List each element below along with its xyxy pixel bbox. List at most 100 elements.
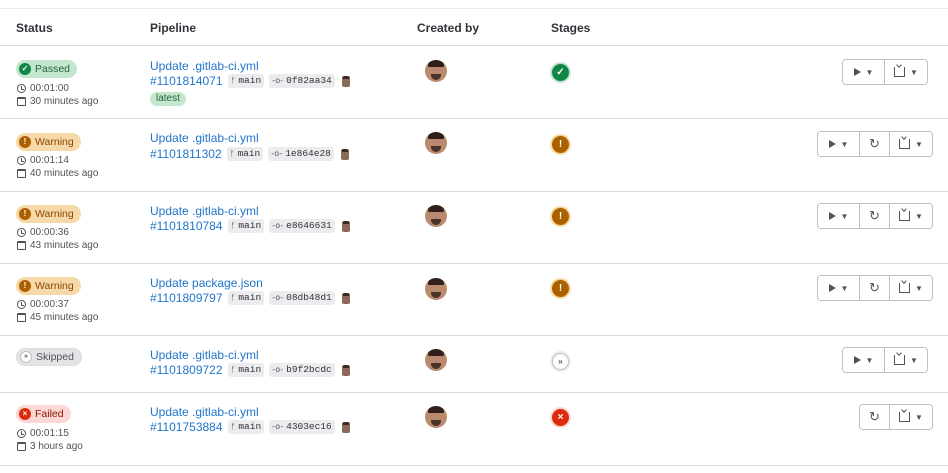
status-label: Warning (35, 280, 74, 292)
calendar-icon (17, 168, 26, 178)
run-manual-job-button[interactable]: ▼ (818, 132, 860, 156)
pipeline-id-link[interactable]: #1101809722 (150, 363, 223, 377)
branch-chip[interactable]: ᚠ main (227, 74, 265, 88)
stage-status-icon-passed[interactable]: ✓ (552, 64, 569, 81)
branch-icon: ᚠ (230, 293, 236, 302)
commit-author-avatar[interactable] (340, 148, 349, 160)
header-created-by: Created by (417, 21, 480, 35)
commit-title-link[interactable]: Update .gitlab-ci.yml (150, 59, 259, 73)
actions-group: ▼ ▼ (842, 347, 928, 373)
retry-button[interactable]: ↻ (860, 204, 890, 228)
branch-chip[interactable]: ᚠ main (227, 291, 265, 305)
commit-title-link[interactable]: Update .gitlab-ci.yml (150, 405, 259, 419)
commit-icon: -o- (271, 149, 283, 158)
user-avatar[interactable] (425, 132, 447, 154)
actions-group: ▼ ▼ (842, 59, 928, 85)
run-manual-job-button[interactable]: ▼ (843, 60, 885, 84)
download-icon (894, 67, 906, 77)
commit-icon: -o- (272, 365, 284, 374)
status-badge-warning[interactable]: ! Warning (16, 205, 81, 223)
download-artifacts-button[interactable]: ▼ (890, 276, 932, 300)
retry-button[interactable]: ↻ (860, 276, 890, 300)
pipeline-id-link[interactable]: #1101753884 (150, 420, 223, 434)
status-badge-skipped[interactable]: » Skipped (16, 348, 82, 366)
status-badge-warning[interactable]: ! Warning (16, 133, 81, 151)
status-label: Failed (35, 408, 64, 420)
branch-icon: ᚠ (230, 422, 236, 431)
commit-title-link[interactable]: Update .gitlab-ci.yml (150, 131, 259, 145)
stage-status-icon-warning[interactable]: ! (552, 208, 569, 225)
calendar-icon (17, 96, 26, 106)
download-artifacts-button[interactable]: ▼ (890, 405, 932, 429)
commit-author-avatar[interactable] (341, 292, 350, 304)
user-avatar[interactable] (425, 205, 447, 227)
user-avatar[interactable] (425, 60, 447, 82)
status-badge-warning[interactable]: ! Warning (16, 277, 81, 295)
clock-icon (17, 155, 26, 165)
retry-icon: ↻ (869, 409, 880, 424)
download-artifacts-button[interactable]: ▼ (890, 132, 932, 156)
latest-tag: latest (150, 92, 186, 106)
download-artifacts-button[interactable]: ▼ (890, 204, 932, 228)
table-header: Status Pipeline Created by Stages (0, 9, 948, 46)
download-artifacts-button[interactable]: ▼ (885, 348, 927, 372)
play-icon (853, 356, 861, 364)
retry-button[interactable]: ↻ (860, 132, 890, 156)
commit-author-avatar[interactable] (341, 75, 350, 87)
retry-button[interactable]: ↻ (860, 405, 890, 429)
user-avatar[interactable] (425, 349, 447, 371)
download-artifacts-button[interactable]: ▼ (885, 60, 927, 84)
branch-chip[interactable]: ᚠ main (227, 420, 265, 434)
table-row: » Skipped Update .gitlab-ci.yml #1101809… (0, 337, 948, 393)
commit-chip[interactable]: -o- 0f82aa34 (269, 74, 335, 88)
play-icon (828, 212, 836, 220)
pipeline-id-link[interactable]: #1101811302 (150, 147, 222, 161)
stage-status-icon-skipped[interactable]: » (552, 353, 569, 370)
table-row: ! Warning 00:00:37 45 minutes ago Update… (0, 265, 948, 336)
duration: 00:00:37 (17, 298, 69, 310)
branch-chip[interactable]: ᚠ main (226, 147, 264, 161)
commit-title-link[interactable]: Update .gitlab-ci.yml (150, 204, 259, 218)
commit-author-avatar[interactable] (341, 220, 350, 232)
download-icon (894, 355, 906, 365)
user-avatar[interactable] (425, 406, 447, 428)
chevron-down-icon: ▼ (910, 67, 918, 77)
chevron-down-icon: ▼ (915, 211, 923, 221)
branch-chip[interactable]: ᚠ main (227, 219, 265, 233)
commit-chip[interactable]: -o- 08db48d1 (269, 291, 335, 305)
play-icon (853, 68, 861, 76)
chevron-down-icon: ▼ (865, 67, 874, 77)
branch-chip[interactable]: ᚠ main (227, 363, 265, 377)
skipped-icon: » (20, 351, 32, 363)
stage-status-icon-warning[interactable]: ! (552, 136, 569, 153)
run-manual-job-button[interactable]: ▼ (843, 348, 885, 372)
stage-status-icon-warning[interactable]: ! (552, 280, 569, 297)
commit-author-avatar[interactable] (341, 421, 350, 433)
pipeline-id-link[interactable]: #1101810784 (150, 219, 223, 233)
commit-title-link[interactable]: Update .gitlab-ci.yml (150, 348, 259, 362)
clock-icon (17, 428, 26, 438)
stage-status-icon-failed[interactable]: × (552, 409, 569, 426)
run-manual-job-button[interactable]: ▼ (818, 276, 860, 300)
commit-title-link[interactable]: Update package.json (150, 276, 263, 290)
pipeline-id-link[interactable]: #1101814071 (150, 74, 223, 88)
commit-chip[interactable]: -o-b9f2bcdc (269, 363, 335, 377)
calendar-icon (17, 441, 26, 451)
chevron-down-icon: ▼ (840, 283, 849, 293)
commit-chip[interactable]: -o- 4303ec16 (269, 420, 335, 434)
clock-icon (17, 227, 26, 237)
user-avatar[interactable] (425, 278, 447, 300)
clock-icon (17, 83, 26, 93)
pipeline-id-link[interactable]: #1101809797 (150, 291, 223, 305)
finished-time: 3 hours ago (17, 440, 83, 452)
commit-author-avatar[interactable] (341, 364, 350, 376)
commit-chip[interactable]: -o- 1e864e28 (268, 147, 334, 161)
run-manual-job-button[interactable]: ▼ (818, 204, 860, 228)
status-badge-failed[interactable]: × Failed (16, 405, 71, 423)
commit-chip[interactable]: -o-e8646631 (269, 219, 335, 233)
chevron-down-icon: ▼ (840, 139, 849, 149)
status-badge-passed[interactable]: ✓ Passed (16, 60, 78, 78)
status-label: Warning (35, 208, 74, 220)
warning-icon: ! (19, 136, 31, 148)
retry-icon: ↻ (869, 280, 880, 295)
